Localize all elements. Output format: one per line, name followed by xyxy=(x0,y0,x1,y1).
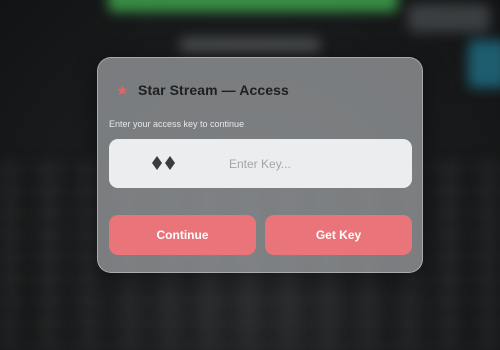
diamond-key-icon xyxy=(152,156,175,170)
access-dialog: ★ Star Stream — Access Enter your access… xyxy=(97,57,423,273)
get-key-button[interactable]: Get Key xyxy=(265,215,412,255)
continue-button[interactable]: Continue xyxy=(109,215,256,255)
background-cyan-block xyxy=(468,40,500,88)
star-icon: ★ xyxy=(116,82,129,98)
key-field[interactable] xyxy=(109,139,412,188)
dialog-subtitle: Enter your access key to continue xyxy=(109,119,245,129)
key-input[interactable] xyxy=(229,139,399,188)
background-text-block xyxy=(180,38,320,52)
dialog-title: Star Stream — Access xyxy=(138,82,289,98)
background-green-bar xyxy=(108,0,398,12)
dialog-header: ★ Star Stream — Access xyxy=(116,82,289,98)
